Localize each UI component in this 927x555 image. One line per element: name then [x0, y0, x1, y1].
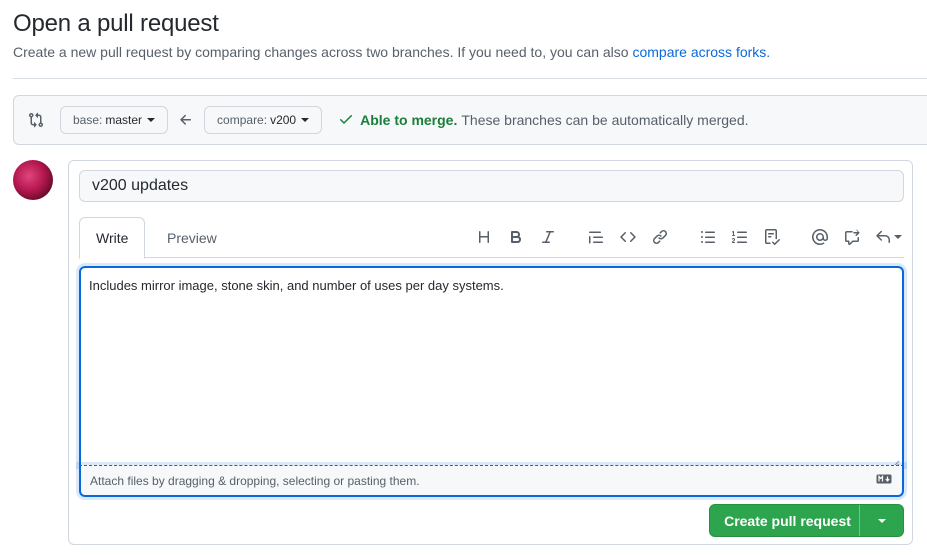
base-branch-name: master [105, 113, 143, 127]
header-divider [13, 78, 927, 79]
chevron-down-icon [147, 118, 156, 122]
code-icon[interactable] [616, 225, 640, 249]
base-branch-select[interactable]: base: master [60, 106, 169, 134]
page-title: Open a pull request [13, 10, 219, 37]
file-attachment-bar[interactable]: Attach files by dragging & dropping, sel… [79, 465, 904, 497]
subtitle-text: Create a new pull request by comparing c… [13, 44, 633, 60]
chevron-down-icon [893, 235, 902, 239]
compare-branch-select[interactable]: compare: v200 [204, 106, 323, 134]
pr-title-input[interactable] [79, 170, 904, 202]
create-pull-request-button-group: Create pull request [709, 504, 904, 537]
compare-label: compare: [217, 113, 268, 127]
resize-handle-icon[interactable] [892, 455, 900, 468]
markdown-toolbar [464, 223, 904, 251]
arrow-left-icon [178, 112, 194, 128]
check-icon [338, 111, 354, 130]
markdown-icon[interactable] [876, 474, 892, 484]
chevron-down-icon [877, 518, 886, 523]
cross-reference-icon[interactable] [840, 225, 864, 249]
ordered-list-icon[interactable] [728, 225, 752, 249]
compare-across-forks-link[interactable]: compare across forks. [632, 44, 770, 60]
git-compare-icon [28, 112, 44, 128]
base-label: base: [73, 113, 103, 127]
merge-ok-text: Able to merge. [360, 112, 458, 128]
merge-status: Able to merge. These branches can be aut… [338, 111, 749, 130]
create-options-dropdown[interactable] [859, 505, 903, 536]
compare-branch-name: v200 [270, 113, 297, 127]
link-icon[interactable] [648, 225, 672, 249]
unordered-list-icon[interactable] [696, 225, 720, 249]
pull-request-composer: Write Preview [68, 160, 913, 545]
editor-tabs: Write Preview [79, 217, 904, 259]
attach-files-text: Attach files by dragging & dropping, sel… [90, 473, 420, 488]
tasklist-icon[interactable] [760, 225, 784, 249]
tab-write[interactable]: Write [79, 217, 146, 259]
tab-preview[interactable]: Preview [151, 217, 233, 258]
bold-icon[interactable] [504, 225, 528, 249]
quote-icon[interactable] [584, 225, 608, 249]
mention-icon[interactable] [808, 225, 832, 249]
pr-body-textarea[interactable]: Includes mirror image, stone skin, and n… [79, 266, 904, 466]
chevron-down-icon [301, 118, 310, 122]
merge-message: These branches can be automatically merg… [461, 112, 749, 128]
create-pull-request-button[interactable]: Create pull request [710, 505, 859, 536]
page-subtitle: Create a new pull request by comparing c… [13, 44, 770, 60]
heading-icon[interactable] [472, 225, 496, 249]
reply-icon[interactable] [872, 225, 904, 249]
avatar [13, 160, 53, 200]
italic-icon[interactable] [536, 225, 560, 249]
branch-range-editor: base: master compare: v200 Able to merge… [13, 95, 927, 145]
